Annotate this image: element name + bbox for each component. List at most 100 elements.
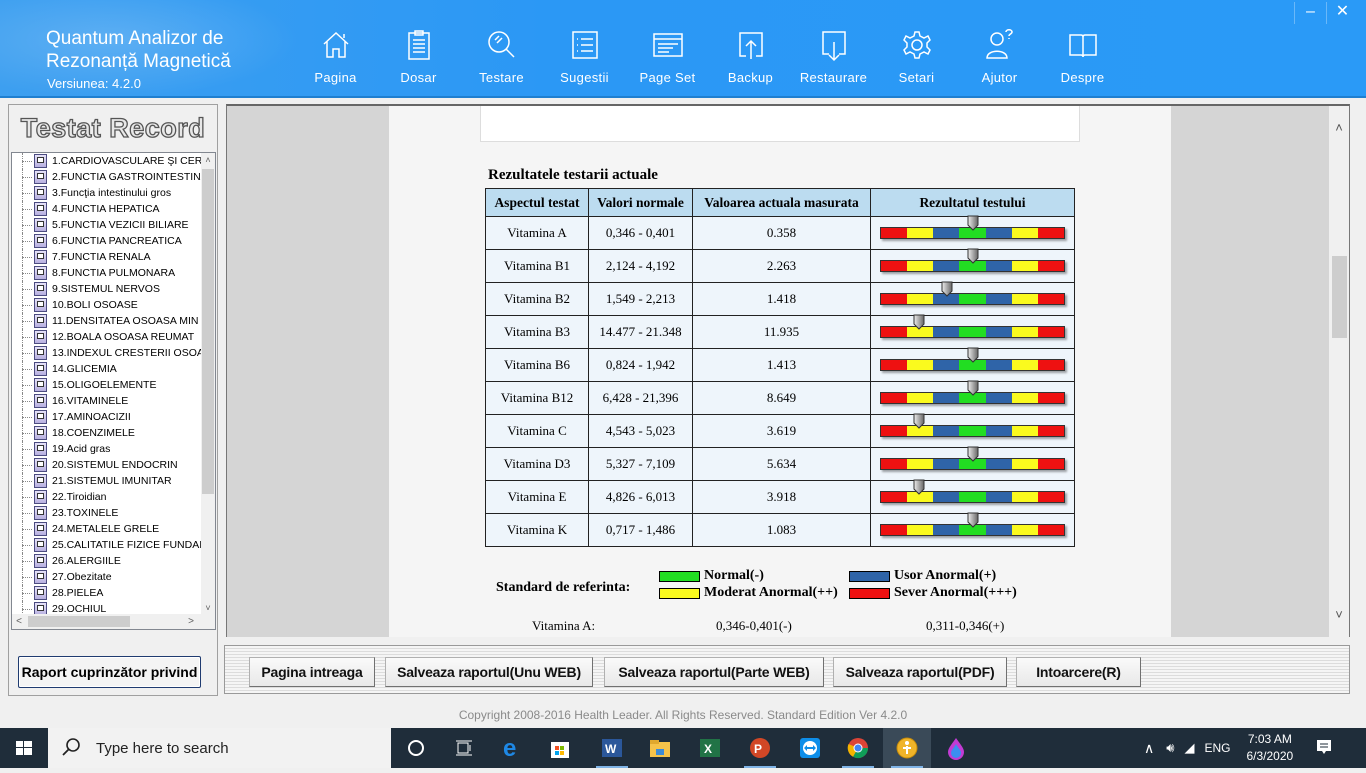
gauge-marker-icon [967, 347, 978, 363]
save-pdf-button[interactable]: Salveaza raportul(PDF) [833, 657, 1007, 687]
nav-page-set[interactable]: Page Set [626, 28, 709, 85]
tree-item[interactable]: 29.OCHIUL [12, 601, 202, 615]
nav-backup[interactable]: Backup [709, 28, 792, 85]
report-vertical-scrollbar[interactable]: ˄ ˅ [1329, 106, 1349, 637]
comprehensive-report-button[interactable]: Raport cuprinzător privind [18, 656, 201, 688]
tree-item[interactable]: 12.BOALA OSOASA REUMAT [12, 329, 202, 345]
tree-item[interactable]: 10.BOLI OSOASE [12, 297, 202, 313]
taskbar-search[interactable]: Type here to search [48, 728, 391, 768]
tree-item[interactable]: 15.OLIGOELEMENTE [12, 377, 202, 393]
tree-line [22, 321, 32, 322]
tree-item[interactable]: 26.ALERGIILE [12, 553, 202, 569]
nav-dosar[interactable]: Dosar [377, 28, 460, 85]
tree-item[interactable]: 6.FUNCTIA PANCREATICA [12, 233, 202, 249]
start-button[interactable] [0, 728, 48, 768]
tree-item[interactable]: 4.FUNCTIA HEPATICA [12, 201, 202, 217]
tree-item[interactable]: 23.TOXINELE [12, 505, 202, 521]
word-icon[interactable]: W [588, 728, 636, 768]
nav-sugestii[interactable]: Sugestii [543, 28, 626, 85]
tree-item[interactable]: 8.FUNCTIA PULMONARA [12, 265, 202, 281]
chrome-icon[interactable] [834, 728, 882, 768]
nav-pagina[interactable]: Pagina [294, 28, 377, 85]
tree-item[interactable]: 17.AMINOACIZII [12, 409, 202, 425]
normal-range: 4,543 - 5,023 [588, 414, 693, 448]
task-view-icon[interactable] [440, 728, 488, 768]
result-gauge-cell [870, 380, 1075, 415]
paint-3d-icon[interactable] [932, 728, 980, 768]
save-single-web-button[interactable]: Salveaza raportul(Unu WEB) [385, 657, 593, 687]
return-button[interactable]: Intoarcere(R) [1016, 657, 1141, 687]
powerpoint-icon[interactable]: P [736, 728, 784, 768]
tree-line [22, 177, 32, 178]
gauge-marker-icon [967, 446, 978, 462]
scroll-left-icon[interactable]: < [12, 614, 26, 629]
tree-item[interactable]: 2.FUNCTIA GASTROINTESTINA [12, 169, 202, 185]
scroll-up-icon[interactable]: ˄ [201, 153, 215, 167]
legend-mild: Usor Anormal(+) [849, 568, 996, 584]
tree-item[interactable]: 7.FUNCTIA RENALA [12, 249, 202, 265]
search-icon [62, 738, 80, 756]
tree-item[interactable]: 3.Funcţia intestinului gros [12, 185, 202, 201]
nav-ajutor[interactable]: Ajutor [958, 28, 1041, 85]
tree-item[interactable]: 18.COENZIMELE [12, 425, 202, 441]
nav-setari[interactable]: Setari [875, 28, 958, 85]
store-icon[interactable] [536, 728, 584, 768]
excel-icon[interactable]: X [686, 728, 734, 768]
tree-item[interactable]: 9.SISTEMUL NERVOS [12, 281, 202, 297]
close-button[interactable]: ✕ [1326, 2, 1358, 24]
minimize-button[interactable]: – [1294, 2, 1326, 24]
cortana-icon[interactable] [392, 728, 440, 768]
list-icon [571, 31, 598, 59]
quantum-analyzer-taskbar-icon[interactable] [883, 728, 931, 768]
scroll-thumb[interactable] [28, 616, 130, 627]
language-indicator[interactable]: ENG [1204, 741, 1230, 755]
result-gauge-cell [870, 446, 1075, 481]
gauge-segment-normal [959, 327, 986, 337]
scroll-down-icon[interactable]: ˅ [1329, 607, 1349, 625]
scroll-right-icon[interactable]: > [184, 614, 198, 629]
book-icon [1068, 34, 1097, 58]
show-hidden-icons-icon[interactable]: ∧ [1144, 740, 1154, 757]
tree-vertical-scrollbar[interactable]: ˄ ˅ [201, 153, 215, 615]
tree-item[interactable]: 20.SISTEMUL ENDOCRIN [12, 457, 202, 473]
volume-icon[interactable]: 🔊︎ [1166, 740, 1174, 756]
save-part-web-button[interactable]: Salveaza raportul(Parte WEB) [604, 657, 824, 687]
reference-normal-range: 0,346-0,401(-) [716, 618, 792, 633]
tree-item[interactable]: 24.METALELE GRELE [12, 521, 202, 537]
full-page-button[interactable]: Pagina intreaga [249, 657, 375, 687]
normal-range: 4,826 - 6,013 [588, 480, 693, 514]
normal-range: 5,327 - 7,109 [588, 447, 693, 481]
teamviewer-icon[interactable] [786, 728, 834, 768]
tree-item[interactable]: 1.CARDIOVASCULARE ŞI CER [12, 153, 202, 169]
edge-icon[interactable]: e [488, 728, 536, 768]
network-icon[interactable]: ◢ [1184, 740, 1194, 756]
tree-item[interactable]: 28.PIELEA [12, 585, 202, 601]
tree-item[interactable]: 19.Acid gras [12, 441, 202, 457]
scroll-thumb[interactable] [1332, 256, 1347, 338]
clock-date: 6/3/2020 [1246, 749, 1294, 763]
nav-restaurare[interactable]: Restaurare [792, 28, 875, 85]
tree-item[interactable]: 25.CALITATILE FIZICE FUNDAI [12, 537, 202, 553]
scroll-up-icon[interactable]: ˄ [1329, 120, 1349, 138]
nav-despre[interactable]: Despre [1041, 28, 1124, 85]
tree-horizontal-scrollbar[interactable]: < > [12, 614, 215, 629]
tree-item[interactable]: 22.Tiroidian [12, 489, 202, 505]
tree-item[interactable]: 21.SISTEMUL IMUNITAR [12, 473, 202, 489]
result-gauge [880, 248, 1065, 272]
file-explorer-icon[interactable] [636, 728, 684, 768]
gauge-segment-moderate [1011, 492, 1038, 502]
tree-item[interactable]: 13.INDEXUL CRESTERII OSOA! [12, 345, 202, 361]
scroll-down-icon[interactable]: ˅ [201, 601, 215, 615]
tree-item[interactable]: 11.DENSITATEA OSOASA MIN [12, 313, 202, 329]
document-icon [34, 170, 47, 184]
tree-item[interactable]: 16.VITAMINELE [12, 393, 202, 409]
nav-testare[interactable]: Testare [460, 28, 543, 85]
scroll-thumb[interactable] [202, 169, 214, 494]
notifications-icon[interactable] [1315, 738, 1333, 759]
nav-label: Testare [479, 70, 524, 85]
tree-item[interactable]: 14.GLICEMIA [12, 361, 202, 377]
clock[interactable]: 7:03 AM 6/3/2020 [1246, 731, 1293, 765]
tree-item[interactable]: 27.Obezitate [12, 569, 202, 585]
report-actions-bar: Pagina intreaga Salveaza raportul(Unu WE… [224, 645, 1350, 694]
tree-item[interactable]: 5.FUNCTIA VEZICII BILIARE [12, 217, 202, 233]
